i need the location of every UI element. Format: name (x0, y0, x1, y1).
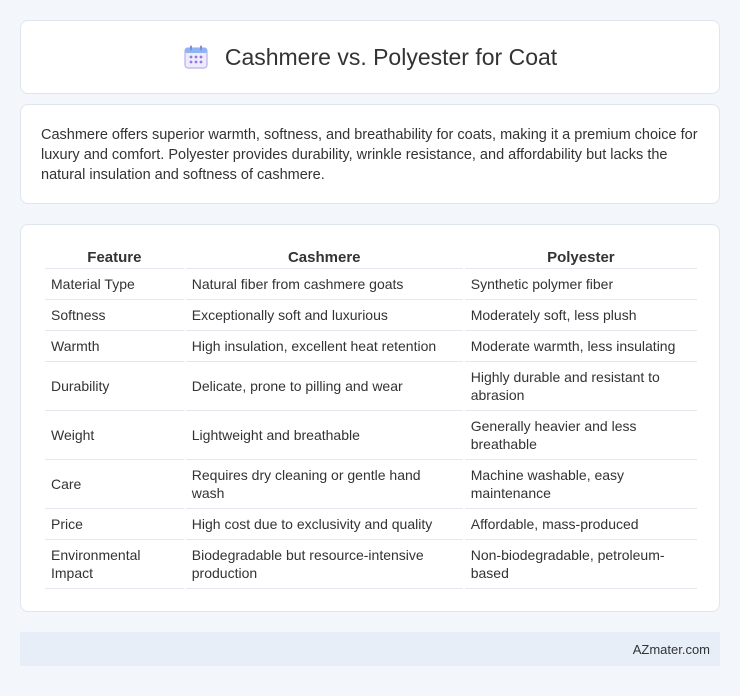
cashmere-cell: Biodegradable but resource-intensive pro… (185, 540, 463, 589)
polyester-cell: Moderate warmth, less insulating (464, 331, 697, 362)
column-header-feature: Feature (45, 245, 184, 269)
polyester-cell: Highly durable and resistant to abrasion (464, 362, 697, 411)
feature-cell: Price (45, 509, 184, 540)
feature-cell: Environmental Impact (45, 540, 184, 589)
footer-bar: AZmater.com (20, 632, 720, 666)
polyester-cell: Non-biodegradable, petroleum-based (464, 540, 697, 589)
table-row: Weight Lightweight and breathable Genera… (45, 411, 697, 460)
polyester-cell: Moderately soft, less plush (464, 300, 697, 331)
polyester-cell: Machine washable, easy maintenance (464, 460, 697, 509)
cashmere-cell: Requires dry cleaning or gentle hand was… (185, 460, 463, 509)
column-header-polyester: Polyester (464, 245, 697, 269)
table-row: Price High cost due to exclusivity and q… (45, 509, 697, 540)
feature-cell: Softness (45, 300, 184, 331)
table-row: Environmental Impact Biodegradable but r… (45, 540, 697, 589)
footer-brand-link[interactable]: AZmater.com (633, 642, 710, 657)
cashmere-cell: High cost due to exclusivity and quality (185, 509, 463, 540)
intro-card: Cashmere offers superior warmth, softnes… (20, 104, 720, 204)
table-row: Softness Exceptionally soft and luxuriou… (45, 300, 697, 331)
polyester-cell: Affordable, mass-produced (464, 509, 697, 540)
title-wrap: Cashmere vs. Polyester for Coat (183, 44, 557, 71)
table-row: Material Type Natural fiber from cashmer… (45, 269, 697, 300)
calendar-grid-icon (183, 44, 209, 70)
table-row: Care Requires dry cleaning or gentle han… (45, 460, 697, 509)
feature-cell: Durability (45, 362, 184, 411)
table-row: Warmth High insulation, excellent heat r… (45, 331, 697, 362)
comparison-card: Feature Cashmere Polyester Material Type… (20, 224, 720, 612)
polyester-cell: Synthetic polymer fiber (464, 269, 697, 300)
feature-cell: Care (45, 460, 184, 509)
cashmere-cell: High insulation, excellent heat retentio… (185, 331, 463, 362)
cashmere-cell: Exceptionally soft and luxurious (185, 300, 463, 331)
table-row: Durability Delicate, prone to pilling an… (45, 362, 697, 411)
cashmere-cell: Delicate, prone to pilling and wear (185, 362, 463, 411)
polyester-cell: Generally heavier and less breathable (464, 411, 697, 460)
cashmere-cell: Lightweight and breathable (185, 411, 463, 460)
page-title: Cashmere vs. Polyester for Coat (224, 43, 558, 70)
feature-cell: Material Type (45, 269, 184, 300)
column-header-cashmere: Cashmere (185, 245, 463, 269)
comparison-table: Feature Cashmere Polyester Material Type… (43, 245, 699, 589)
feature-cell: Warmth (45, 331, 184, 362)
intro-text: Cashmere offers superior warmth, softnes… (41, 127, 698, 183)
feature-cell: Weight (45, 411, 184, 460)
table-header-row: Feature Cashmere Polyester (45, 245, 697, 269)
title-card: Cashmere vs. Polyester for Coat (20, 20, 720, 94)
cashmere-cell: Natural fiber from cashmere goats (185, 269, 463, 300)
